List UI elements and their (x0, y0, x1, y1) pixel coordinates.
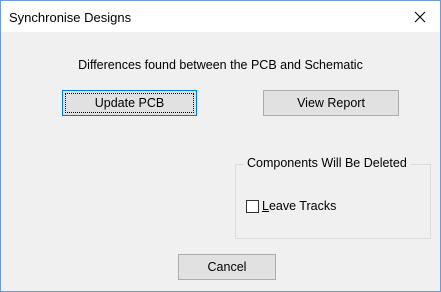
dialog-window: Synchronise Designs Differences found be… (0, 0, 441, 292)
leave-tracks-option[interactable]: Leave Tracks (246, 199, 336, 213)
leave-tracks-label[interactable]: Leave Tracks (262, 199, 336, 213)
title-bar[interactable]: Synchronise Designs (1, 1, 440, 32)
cancel-label: Cancel (207, 260, 247, 274)
leave-tracks-label-rest: eave Tracks (268, 199, 337, 213)
update-pcb-button[interactable]: Update PCB (62, 90, 197, 116)
components-deleted-group: Components Will Be Deleted Leave Tracks (235, 156, 431, 239)
focus-rectangle (65, 93, 194, 113)
view-report-button[interactable]: View Report (263, 90, 399, 116)
close-button[interactable] (400, 1, 440, 32)
group-legend: Components Will Be Deleted (244, 156, 410, 170)
leave-tracks-mnemonic: L (262, 199, 269, 213)
close-icon (414, 11, 426, 22)
differences-message: Differences found between the PCB and Sc… (78, 58, 363, 72)
leave-tracks-checkbox[interactable] (246, 199, 259, 213)
cancel-button[interactable]: Cancel (178, 254, 276, 280)
window-title: Synchronise Designs (9, 10, 132, 25)
view-report-label: View Report (297, 96, 365, 110)
